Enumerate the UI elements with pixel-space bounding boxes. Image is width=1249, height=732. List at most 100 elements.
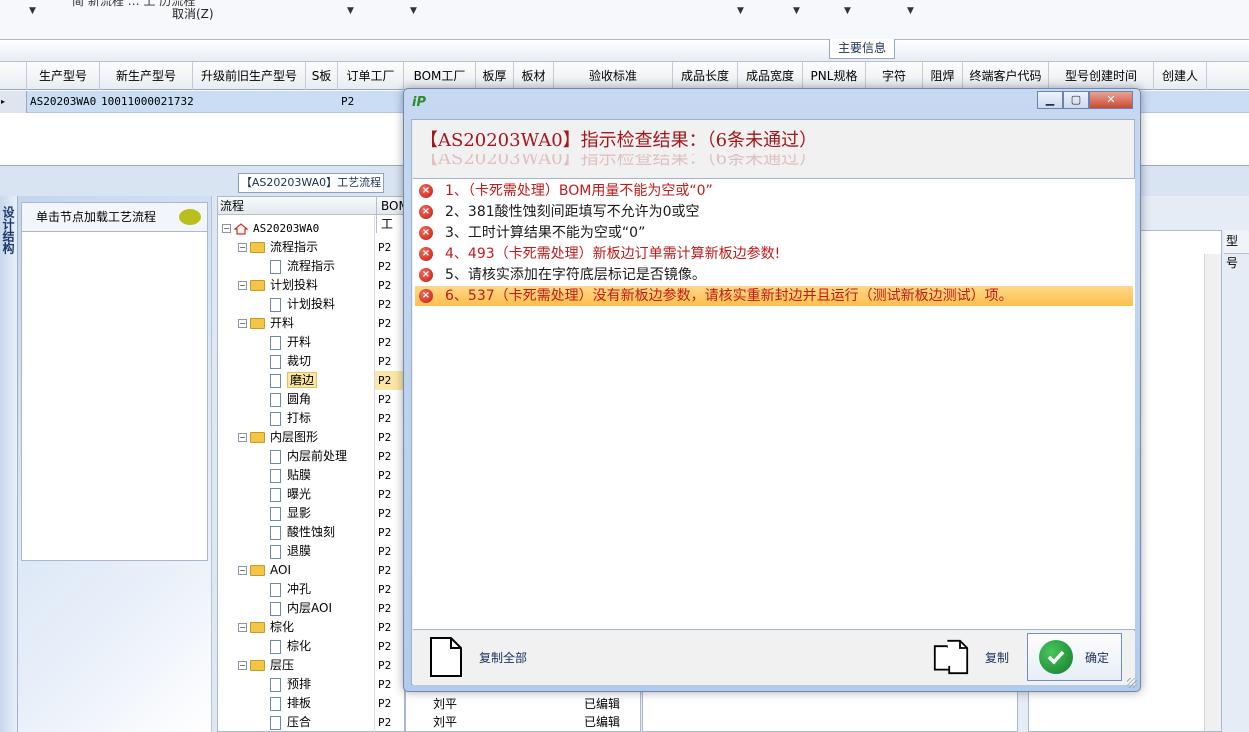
tree-bom-cell: P2 [378,716,392,729]
column-header[interactable]: BOM工厂 [404,62,476,90]
column-divider [374,215,375,732]
dialog-content: 【AS20203WA0】指示检查结果：（6条未通过） 【AS20203WA0】指… [411,119,1135,685]
column-header[interactable]: 终端客户代码 [963,62,1049,90]
dropdown-arrow-icon[interactable]: ▼ [29,6,36,16]
tree-leaf-node[interactable]: 圆角 [270,390,311,409]
window-controls: ▁ ▢ ✕ [1037,91,1133,109]
tree-leaf-node[interactable]: 内层前处理 [270,447,347,466]
column-header[interactable]: 生产型号 [27,62,100,90]
cancel-button[interactable]: 取消(Z) [172,5,214,22]
tree-leaf-node[interactable]: 流程指示 [270,257,335,276]
column-header[interactable]: 新生产型号 [100,62,193,90]
result-item[interactable]: × 2、381酸性蚀刻间距填写不允许为0或空 [415,202,1133,222]
tree-leaf-node[interactable]: 磨边 [270,371,318,390]
copy-icon [933,639,969,675]
dropdown-arrow-icon[interactable]: ▼ [347,6,354,16]
side-tab[interactable]: 设计结构 [0,196,18,732]
tree-node-label: 退膜 [287,544,312,558]
collapse-icon[interactable]: − [238,566,247,575]
result-item[interactable]: × 3、工时计算结果不能为空或“0” [415,223,1133,243]
column-header[interactable]: 阻焊 [923,62,963,90]
column-header[interactable]: 型号创建时间 [1049,62,1154,90]
column-header-model[interactable]: 型号 [1224,230,1249,270]
tree-folder-node[interactable]: − 开料 [238,314,294,333]
tree-bom-cell: P2 [378,697,392,710]
page-icon [270,354,281,369]
collapse-icon[interactable]: − [238,623,247,632]
tree-leaf-node[interactable]: 计划投料 [270,295,335,314]
column-header[interactable]: S板 [306,62,338,90]
tree-node-label: 冲孔 [287,582,312,596]
tree-leaf-node[interactable]: 裁切 [270,352,311,371]
tree-leaf-node[interactable]: 显影 [270,504,311,523]
tree-leaf-node[interactable]: 酸性蚀刻 [270,523,335,542]
dropdown-arrow-icon[interactable]: ▼ [844,6,851,16]
collapse-icon[interactable]: − [222,224,231,233]
dialog-heading: 【AS20203WA0】指示检查结果：（6条未通过） [420,130,818,151]
dropdown-arrow-icon[interactable]: ▼ [907,6,914,16]
minimize-icon[interactable]: ▁ [1037,91,1063,109]
result-item-text: 3、工时计算结果不能为空或“0” [445,225,646,241]
result-item[interactable]: × 1、（卡死需处理）BOM用量不能为空或“0” [415,181,1133,201]
side-tab-label: 设计结构 [1,206,15,254]
load-flow-hint[interactable]: 单击节点加载工艺流程 [21,202,208,232]
tree-folder-node[interactable]: − 层压 [238,656,294,675]
column-header[interactable]: 板材 [514,62,554,90]
column-header[interactable]: 成品宽度 [738,62,803,90]
column-header[interactable]: 成品长度 [673,62,738,90]
tree-folder-node[interactable]: − AOI [238,561,291,580]
tree-leaf-node[interactable]: 压合 [270,713,311,732]
tree-leaf-node[interactable]: 退膜 [270,542,311,561]
tree-folder-node[interactable]: − 流程指示 [238,238,318,257]
column-header[interactable]: 验收标准 [554,62,673,90]
tree-leaf-node[interactable]: 内层AOI [270,599,332,618]
tree-node-label: 开料 [270,316,295,330]
dropdown-arrow-icon[interactable]: ▼ [793,6,800,16]
tree-leaf-node[interactable]: 棕化 [270,637,311,656]
column-header[interactable]: 订单工厂 [338,62,404,90]
dialog-titlebar[interactable]: iP ▁ ▢ ✕ [404,89,1140,115]
tab-main-info[interactable]: 主要信息 [829,39,895,59]
tree-leaf-node[interactable]: 冲孔 [270,580,311,599]
app-logo-icon: iP [412,95,426,110]
tree-leaf-node[interactable]: 预排 [270,675,311,694]
result-item[interactable]: × 4、493（卡死需处理）新板边订单需计算新板边参数! [415,244,1133,264]
column-header[interactable]: 创建人 [1154,62,1207,90]
dropdown-arrow-icon[interactable]: ▼ [410,6,417,16]
tree-leaf-node[interactable]: 曝光 [270,485,311,504]
copy-button[interactable]: 复制 [933,631,1009,683]
tree-folder-node[interactable]: − 计划投料 [238,276,318,295]
tree-folder-node[interactable]: − 内层图形 [238,428,318,447]
tree-leaf-node[interactable]: 开料 [270,333,311,352]
tree-root[interactable]: − AS20203WA0 [222,219,319,238]
folder-icon [250,660,265,671]
collapse-icon[interactable]: − [238,281,247,290]
collapse-icon[interactable]: − [238,661,247,670]
tree-leaf-node[interactable]: 排板 [270,694,311,713]
tree-leaf-node[interactable]: 打标 [270,409,311,428]
tree-node-label: 内层AOI [287,601,332,615]
resize-grip-icon[interactable] [1127,678,1137,688]
copy-all-button[interactable]: 复制全部 [427,631,527,683]
column-header[interactable]: 升级前旧生产型号 [193,62,306,90]
close-icon[interactable]: ✕ [1089,91,1133,109]
tree-leaf-node[interactable]: 贴膜 [270,466,311,485]
ok-button[interactable]: 确定 [1027,633,1122,681]
maximize-icon[interactable]: ▢ [1063,91,1089,109]
tree-folder-node[interactable]: − 棕化 [238,618,294,637]
column-header[interactable]: 板厚 [476,62,514,90]
result-item[interactable]: × 6、537（卡死需处理）没有新板边参数，请核实重新封边并且运行（测试新板边测试… [415,286,1133,306]
vertical-scrollbar[interactable] [1204,254,1221,731]
left-panel: 单击节点加载工艺流程 [18,196,211,732]
dropdown-arrow-icon[interactable]: ▼ [737,6,744,16]
collapse-icon[interactable]: − [238,243,247,252]
tab-process-flow[interactable]: 【AS20203WA0】工艺流程 [238,173,384,193]
page-icon [270,392,281,407]
column-header[interactable]: 字符 [866,62,923,90]
check-result-dialog: iP ▁ ▢ ✕ 【AS20203WA0】指示检查结果：（6条未通过） 【AS2… [403,88,1141,692]
result-item[interactable]: × 5、请核实添加在字符底层标记是否镜像。 [415,265,1133,285]
collapse-icon[interactable]: − [238,433,247,442]
folder-icon [250,622,265,633]
column-header[interactable]: PNL规格 [803,62,866,90]
collapse-icon[interactable]: − [238,319,247,328]
